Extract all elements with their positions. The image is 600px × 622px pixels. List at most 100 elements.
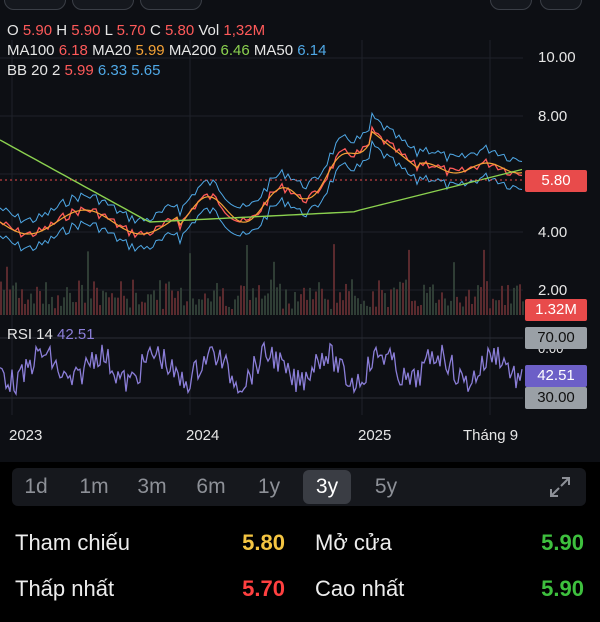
period-selector: 1d 1m 3m 6m 1y 3y 5y (12, 468, 586, 506)
volume-bar (309, 287, 311, 315)
volume-bar (249, 299, 251, 315)
period-3m[interactable]: 3m (128, 470, 176, 504)
legend-ma200-label: MA200 (168, 42, 217, 59)
volume-bar (12, 285, 14, 315)
volume-bar (336, 302, 338, 315)
volume-bar (273, 261, 275, 315)
volume-bar (171, 290, 173, 315)
volume-bar (222, 288, 224, 315)
volume-bar (69, 292, 71, 315)
volume-bar (324, 298, 326, 315)
volume-bar (369, 306, 371, 315)
volume-bar (219, 296, 221, 315)
volume-bar (345, 283, 347, 315)
rsi-value: 42.51 (57, 326, 95, 343)
volume-bar (486, 281, 488, 315)
rsi-line (0, 340, 523, 397)
period-1y[interactable]: 1y (245, 470, 293, 504)
legend-low-label: L (104, 22, 113, 39)
volume-bar (159, 280, 161, 315)
volume-bar (138, 304, 140, 315)
volume-bar (423, 284, 425, 315)
volume-bar (480, 287, 482, 315)
volume-bar (225, 305, 227, 315)
volume-bar (84, 302, 86, 315)
volume-bar (327, 299, 329, 315)
legend-high-label: H (56, 22, 68, 39)
volume-bar (381, 290, 383, 315)
expand-icon[interactable] (548, 475, 572, 499)
volume-badge: 1.32M (525, 299, 587, 321)
legend-bb-lower: 5.65 (131, 62, 161, 79)
volume-bar (441, 292, 443, 315)
volume-bar (204, 293, 206, 315)
ma-row: MA100 6.18 MA20 5.99 MA200 6.46 MA50 6.1… (7, 41, 326, 61)
period-5y[interactable]: 5y (362, 470, 410, 504)
volume-bar (111, 293, 113, 315)
volume-bar (165, 283, 167, 315)
volume-bar (186, 301, 188, 315)
period-3y[interactable]: 3y (303, 470, 351, 504)
volume-bar (519, 284, 521, 315)
open-value: 5.90 (541, 530, 584, 555)
bollinger-upper-line (0, 111, 523, 225)
volume-bar (3, 289, 5, 315)
volume-bar (114, 297, 116, 315)
stats-row: Thấp nhất 5.70 Cao nhất 5.90 (0, 576, 600, 622)
chart-area[interactable]: O 5.90 H 5.90 L 5.70 C 5.80 Vol 1,32M MA… (0, 0, 600, 462)
volume-bar (231, 308, 233, 315)
volume-bar (357, 298, 359, 315)
x-tick-label: 2025 (358, 427, 392, 444)
volume-bar (372, 291, 374, 315)
ohlc-row: O 5.90 H 5.90 L 5.70 C 5.80 Vol 1,32M (7, 21, 326, 41)
legend-open-value: 5.90 (22, 22, 53, 39)
volume-bar (141, 301, 143, 315)
volume-bar (330, 308, 332, 315)
period-1d[interactable]: 1d (12, 470, 60, 504)
volume-bar (99, 305, 101, 315)
high-label: Cao nhất (315, 576, 405, 601)
volume-bar (297, 301, 299, 315)
volume-bar (522, 301, 524, 315)
volume-bar (132, 279, 134, 315)
volume-bar (57, 295, 59, 315)
volume-bar (123, 295, 125, 315)
legend-volume-label: Vol (198, 22, 220, 39)
period-1m[interactable]: 1m (70, 470, 118, 504)
volume-bar (33, 303, 35, 315)
reference-label: Tham chiếu (15, 530, 130, 555)
volume-bar (174, 297, 176, 315)
volume-bar (90, 298, 92, 315)
volume-bar (339, 292, 341, 315)
volume-bar (294, 292, 296, 315)
volume-bar (267, 293, 269, 315)
volume-bar (240, 285, 242, 315)
volume-bar (270, 279, 272, 315)
volume-bar (213, 290, 215, 315)
volume-bar (30, 293, 32, 315)
volume-bar (120, 281, 122, 315)
volume-bar (393, 287, 395, 315)
bb-row: BB 20 2 5.99 6.33 5.65 (7, 61, 326, 81)
volume-bar (444, 298, 446, 315)
legend-high-value: 5.90 (71, 22, 101, 39)
volume-bar (408, 249, 410, 315)
volume-bar (351, 279, 353, 315)
volume-bar (150, 294, 152, 315)
volume-bar (105, 292, 107, 315)
volume-bar (228, 306, 230, 315)
volume-bar (237, 295, 239, 315)
legend-low-value: 5.70 (116, 22, 146, 39)
volume-bar (168, 281, 170, 315)
period-6m[interactable]: 6m (187, 470, 235, 504)
volume-bar (264, 295, 266, 315)
volume-bar (96, 287, 98, 315)
volume-bar (477, 285, 479, 315)
volume-bar (201, 299, 203, 315)
y-tick-label: 10.00 (538, 49, 576, 66)
volume-bar (321, 288, 323, 315)
volume-bar (102, 290, 104, 315)
volume-bar (312, 299, 314, 315)
volume-bar (300, 294, 302, 315)
volume-bar (279, 283, 281, 315)
